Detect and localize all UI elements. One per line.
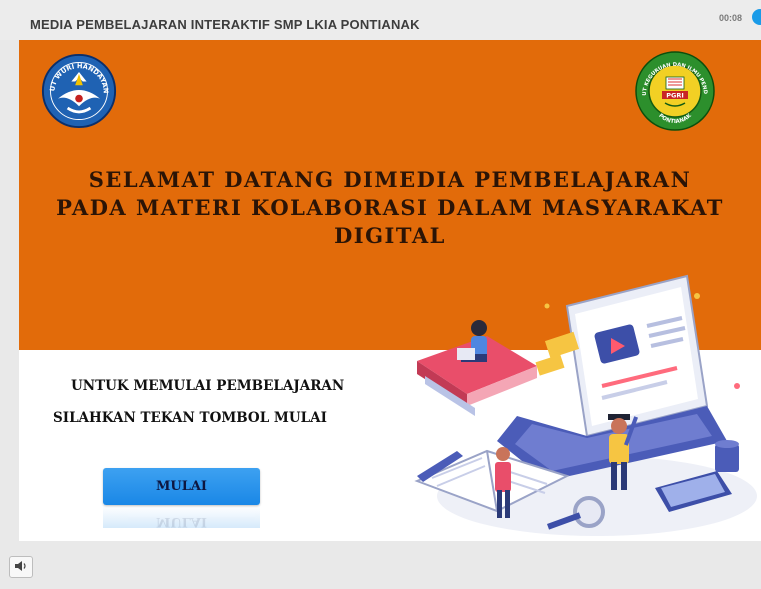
start-button[interactable]: MULAI [103,468,260,505]
title-bar: MEDIA PEMBELAJARAN INTERAKTIF SMP LKIA P… [0,0,761,40]
welcome-heading: SELAMAT DATANG DIMEDIA PEMBELAJARAN PADA… [29,166,751,250]
instruction-line-1: UNTUK MEMULAI PEMBELAJARAN [71,378,345,394]
audio-toggle-button[interactable] [9,556,33,578]
welcome-line-2: PADA MATERI KOLABORASI DALAM MASYARAKAT [56,195,724,220]
welcome-line-1: SELAMAT DATANG DIMEDIA PEMBELAJARAN [88,167,692,192]
start-button-reflection: MULAI [103,506,260,529]
start-instructions: UNTUK MEMULAI PEMBELAJARAN SILAHKAN TEKA… [53,370,345,434]
speaker-icon [15,561,26,571]
ikip-pgri-logo-icon: INSTITUT KEGURUAN DAN ILMU PENDIDIKAN PO… [635,51,715,131]
timer-indicator-icon [752,9,761,25]
instruction-line-2: SILAHKAN TEKAN TOMBOL MULAI [53,410,327,426]
online-learning-illustration [414,274,757,536]
player-bottom-bar [0,541,761,589]
welcome-line-3: DIGITAL [334,223,446,248]
svg-text:PGRI: PGRI [666,92,684,100]
app-title: MEDIA PEMBELAJARAN INTERAKTIF SMP LKIA P… [30,17,420,32]
slide-stage: TUT WURI HANDAYANI INSTITUT KEGURUAN DAN… [19,40,761,541]
tut-wuri-handayani-logo-icon: TUT WURI HANDAYANI [41,53,117,129]
timer-display: 00:08 [719,13,743,23]
